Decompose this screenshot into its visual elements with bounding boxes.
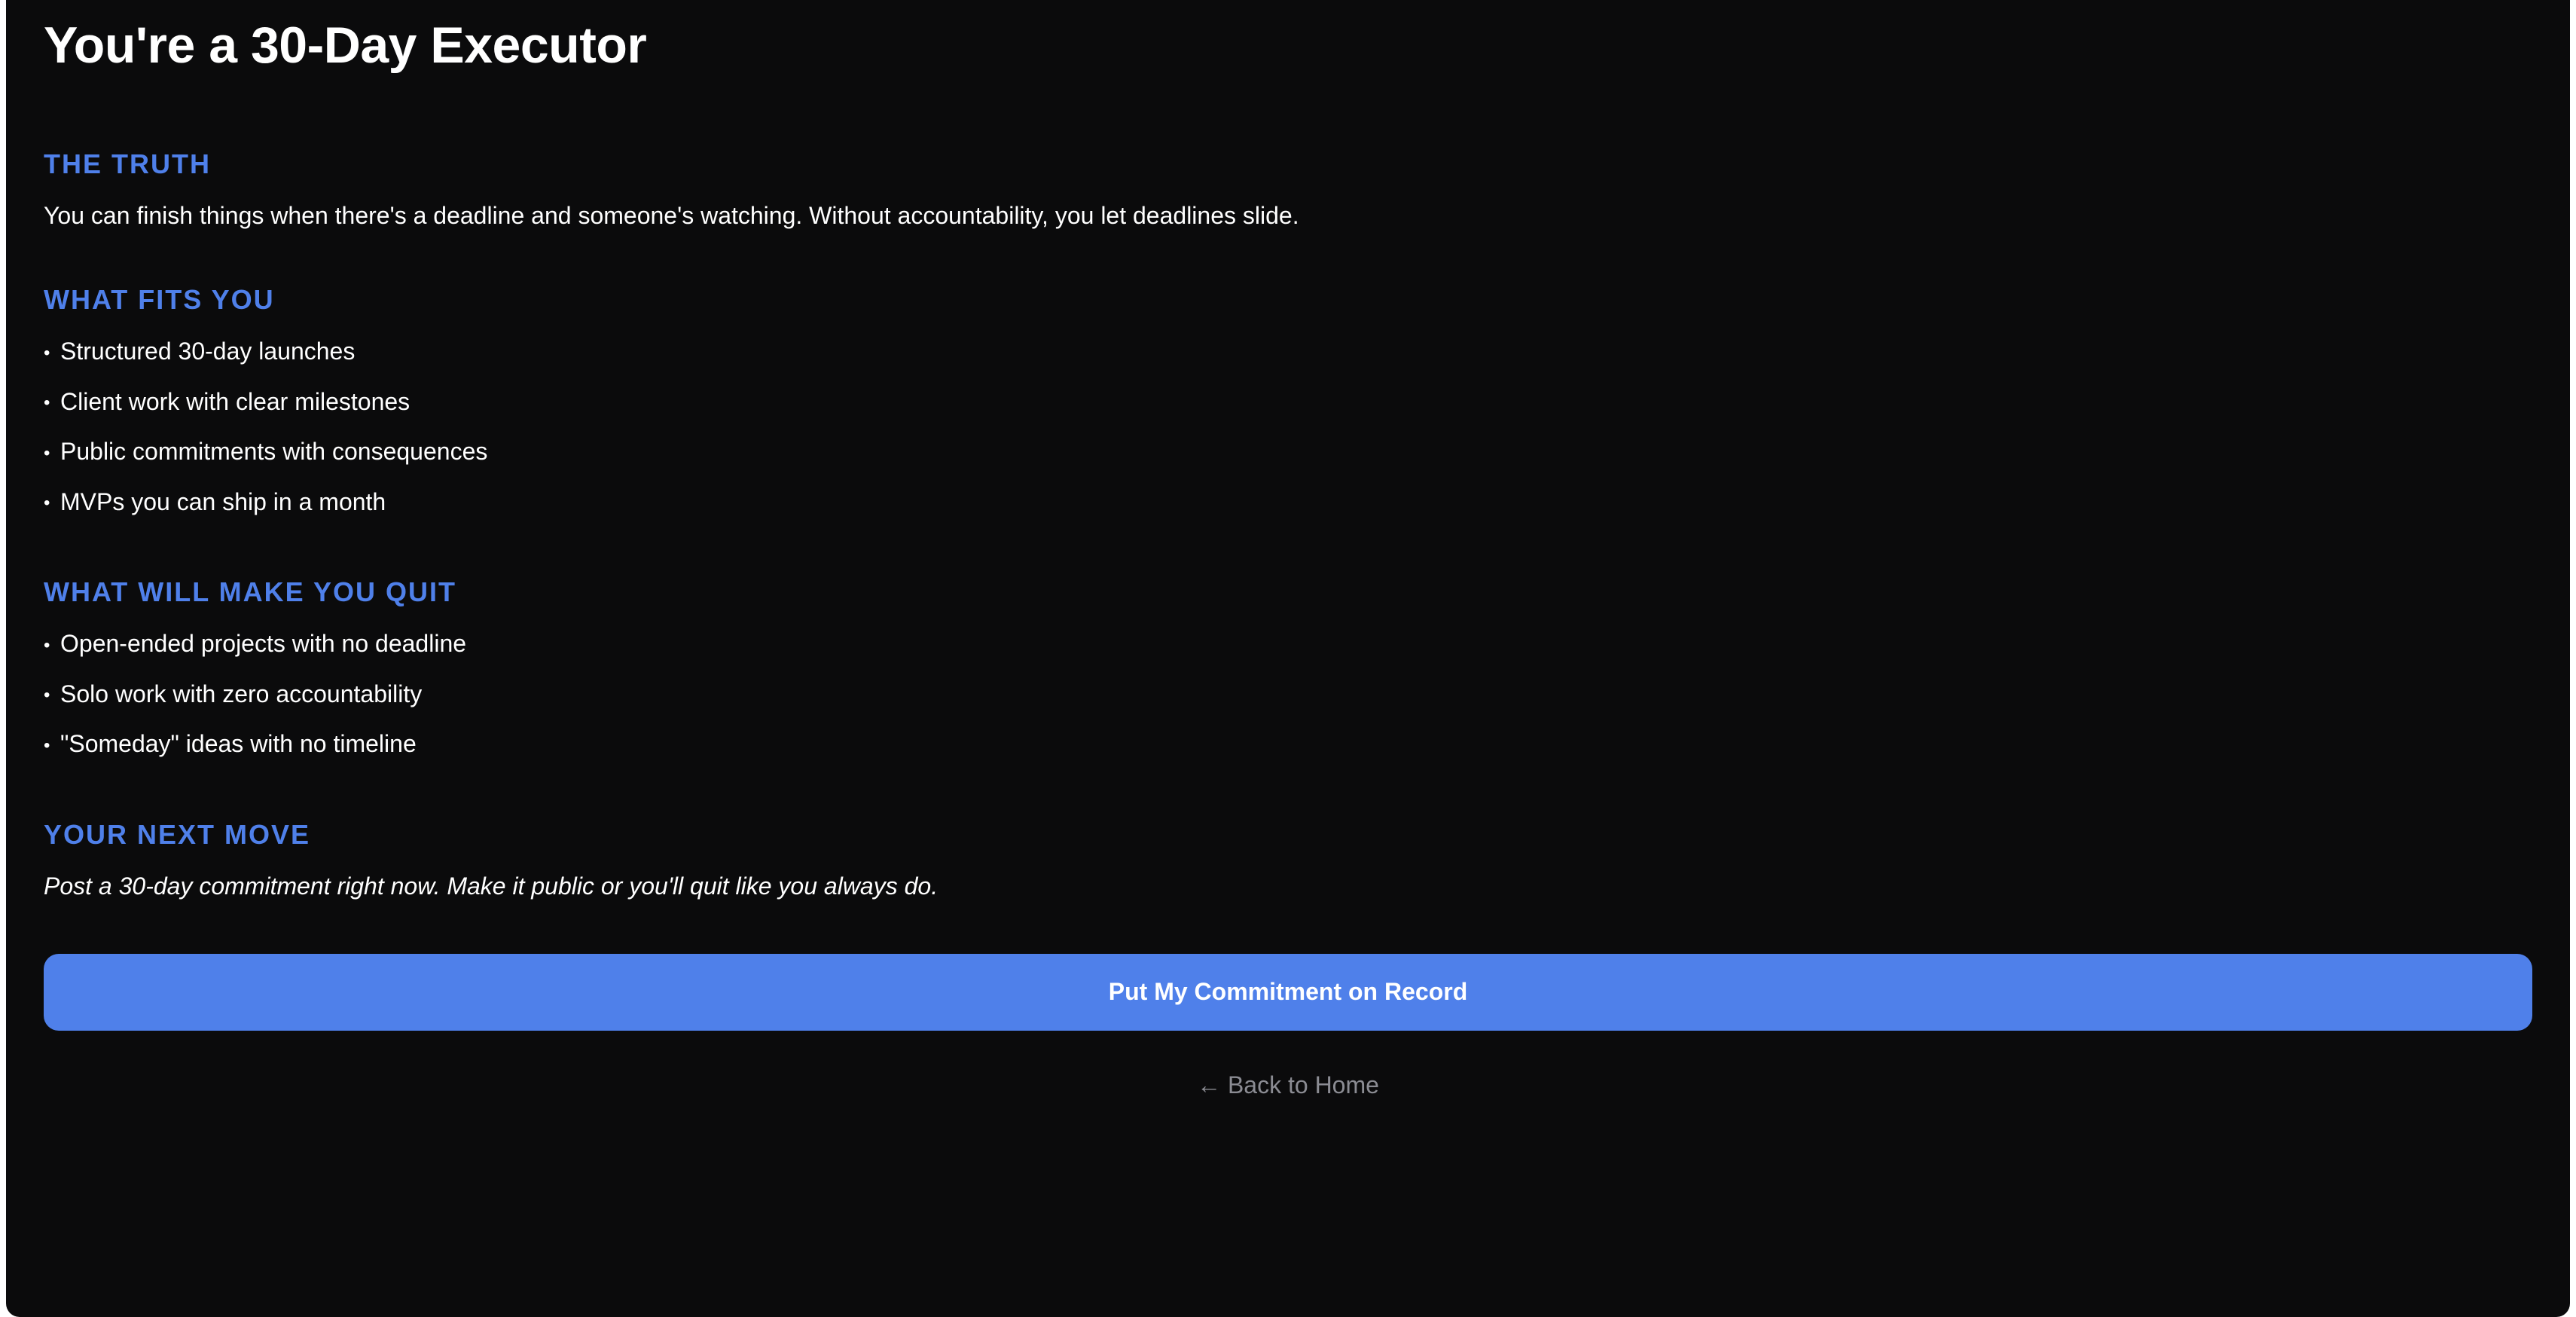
truth-heading: THE TRUTH	[44, 148, 211, 179]
next-move-section: YOUR NEXT MOVE Post a 30-day commitment …	[44, 818, 2532, 903]
quit-section: WHAT WILL MAKE YOU QUIT • Open-ended proj…	[44, 576, 2532, 762]
bullet-icon: •	[44, 393, 50, 414]
list-item: • Client work with clear milestones	[44, 385, 2532, 420]
quit-item-label: Open-ended projects with no deadline	[60, 630, 467, 658]
bullet-icon: •	[44, 685, 50, 706]
truth-section: THE TRUTH You can finish things when the…	[44, 148, 2532, 232]
quit-item-label: Solo work with zero accountability	[60, 680, 423, 707]
fits-item-label: Client work with clear milestones	[60, 387, 411, 415]
quit-heading: WHAT WILL MAKE YOU QUIT	[44, 576, 456, 608]
quit-item-label: "Someday" ideas with no timeline	[60, 730, 417, 758]
bullet-icon: •	[44, 735, 50, 756]
next-move-heading: YOUR NEXT MOVE	[44, 818, 311, 850]
truth-text: You can finish things when there's a dea…	[44, 202, 1299, 229]
next-move-text: Post a 30-day commitment right now. Make…	[44, 872, 939, 900]
bullet-icon: •	[44, 442, 50, 463]
bullet-icon: •	[44, 493, 50, 514]
quit-list: • Open-ended projects with no deadline • S…	[44, 627, 2532, 762]
back-to-home-link[interactable]: ← Back to Home	[44, 1071, 2532, 1099]
fits-item-label: Public commitments with consequences	[60, 438, 488, 466]
fits-list: • Structured 30-day launches • Client work…	[44, 335, 2532, 520]
list-item: • Solo work with zero accountability	[44, 677, 2532, 713]
list-item: • Structured 30-day launches	[44, 335, 2532, 370]
list-item: • Open-ended projects with no deadline	[44, 627, 2532, 662]
list-item: • MVPs you can ship in a month	[44, 485, 2532, 521]
list-item: • "Someday" ideas with no timeline	[44, 727, 2532, 762]
app-window: You're a 30-Day Executor THE TRUTH You c…	[6, 0, 2570, 1317]
fits-heading: WHAT FITS YOU	[44, 284, 275, 315]
commit-button[interactable]: Put My Commitment on Record	[44, 953, 2532, 1031]
fits-item-label: Structured 30-day launches	[60, 338, 356, 365]
bullet-icon: •	[44, 634, 50, 655]
fits-section: WHAT FITS YOU • Structured 30-day launche…	[44, 283, 2532, 520]
list-item: • Public commitments with consequences	[44, 435, 2532, 470]
page-title: You're a 30-Day Executor	[44, 17, 647, 74]
results-content: You're a 30-Day Executor THE TRUTH You c…	[44, 0, 2532, 1099]
fits-item-label: MVPs you can ship in a month	[60, 487, 386, 515]
bullet-icon: •	[44, 342, 50, 363]
